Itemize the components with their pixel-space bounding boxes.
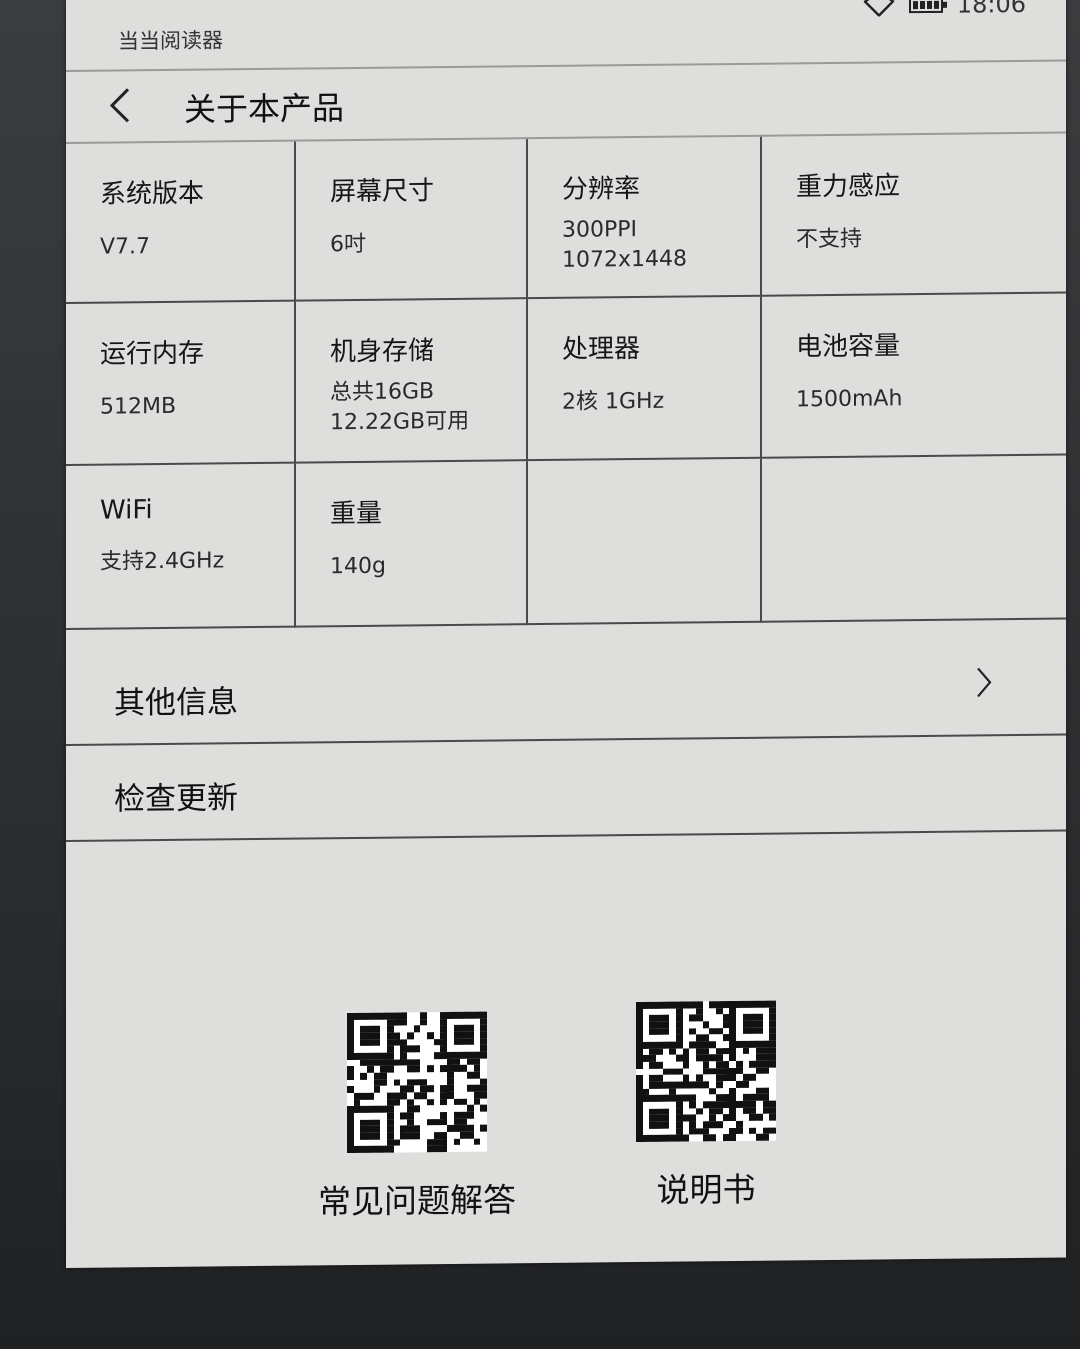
clock: 18:06 [956, 0, 1026, 19]
battery-icon [908, 0, 943, 14]
chevron-right-icon [977, 667, 992, 698]
spec-cell [762, 455, 1066, 623]
status-indicators: 18:06 [863, 0, 1026, 20]
spec-cell: 运行内存 512MB [66, 301, 296, 466]
spec-cell: WiFi 支持2.4GHz [66, 463, 296, 630]
faq-label: 常见问题解答 [318, 1180, 516, 1222]
spec-label: 分辨率 [562, 173, 641, 205]
spec-label: 运行内存 [100, 338, 205, 370]
spec-cell: 屏幕尺寸 6吋 [296, 139, 528, 302]
title-bar: 关于本产品 [66, 61, 1066, 144]
status-bar: 当当阅读器 18:06 [66, 0, 1066, 72]
spec-label [562, 489, 760, 491]
spec-label: 屏幕尺寸 [330, 176, 435, 208]
spec-label: 机身存储 [330, 336, 435, 368]
chevron-left-icon [109, 88, 130, 123]
spec-grid: 系统版本 V7.7 屏幕尺寸 6吋 分辨率 300PPI 1072x1448 重力感应不支持… [66, 133, 1066, 630]
check-update-row[interactable]: 检查更新 [66, 737, 1066, 842]
other-info-label: 其他信息 [114, 684, 238, 722]
wifi-icon [863, 0, 895, 17]
spec-value: 140g [330, 553, 386, 580]
spec-label: 重量 [330, 498, 383, 530]
spec-cell: 重量 140g [296, 461, 528, 628]
spec-value: 1500mAh [796, 386, 903, 413]
spec-cell: 机身存储总共16GB 12.22GB可用 [296, 299, 528, 464]
manual-qr-code [636, 1000, 776, 1143]
spec-value: 支持2.4GHz [100, 548, 225, 575]
spec-label: 系统版本 [100, 178, 205, 210]
spec-value: 总共16GB 12.22GB可用 [330, 379, 470, 436]
manual-label: 说明书 [656, 1169, 756, 1210]
spec-value: 6吋 [330, 231, 366, 258]
spec-label [796, 486, 1066, 489]
spec-value: V7.7 [100, 234, 151, 260]
spec-value: 2核 1GHz [562, 388, 665, 415]
manual-qr-block[interactable]: 说明书 [636, 1000, 776, 1212]
spec-value [796, 508, 1066, 511]
spec-cell: 重力感应 不支持 [762, 133, 1066, 297]
check-update-label: 检查更新 [114, 780, 238, 818]
page-title: 关于本产品 [184, 89, 345, 129]
spec-cell: 系统版本 V7.7 [66, 141, 296, 304]
app-name: 当当阅读器 [118, 28, 223, 54]
back-button[interactable] [106, 85, 140, 125]
spec-value: 不支持 [796, 226, 863, 253]
spec-label: 处理器 [562, 333, 641, 365]
spec-label: 重力感应 [796, 171, 901, 203]
spec-cell: 电池容量 1500mAh [762, 293, 1066, 459]
reader-screen: 当当阅读器 18:06 关于本产品 系统版本 V7.7 屏幕尺寸 6吋 分辨率 300PP… [66, 0, 1066, 1269]
spec-label: WiFi [100, 495, 153, 526]
spec-cell: 处理器 2核 1GHz [528, 296, 762, 462]
faq-qr-code [347, 1011, 487, 1154]
other-info-row[interactable]: 其他信息 [66, 641, 1066, 746]
spec-value: 300PPI 1072x1448 [562, 217, 687, 273]
spec-cell: 分辨率 300PPI 1072x1448 [528, 136, 762, 300]
spec-value: 512MB [100, 393, 177, 420]
spec-value [562, 511, 760, 513]
spec-cell [528, 458, 762, 626]
faq-qr-block[interactable]: 常见问题解答 [318, 1011, 516, 1223]
spec-label: 电池容量 [796, 331, 901, 363]
